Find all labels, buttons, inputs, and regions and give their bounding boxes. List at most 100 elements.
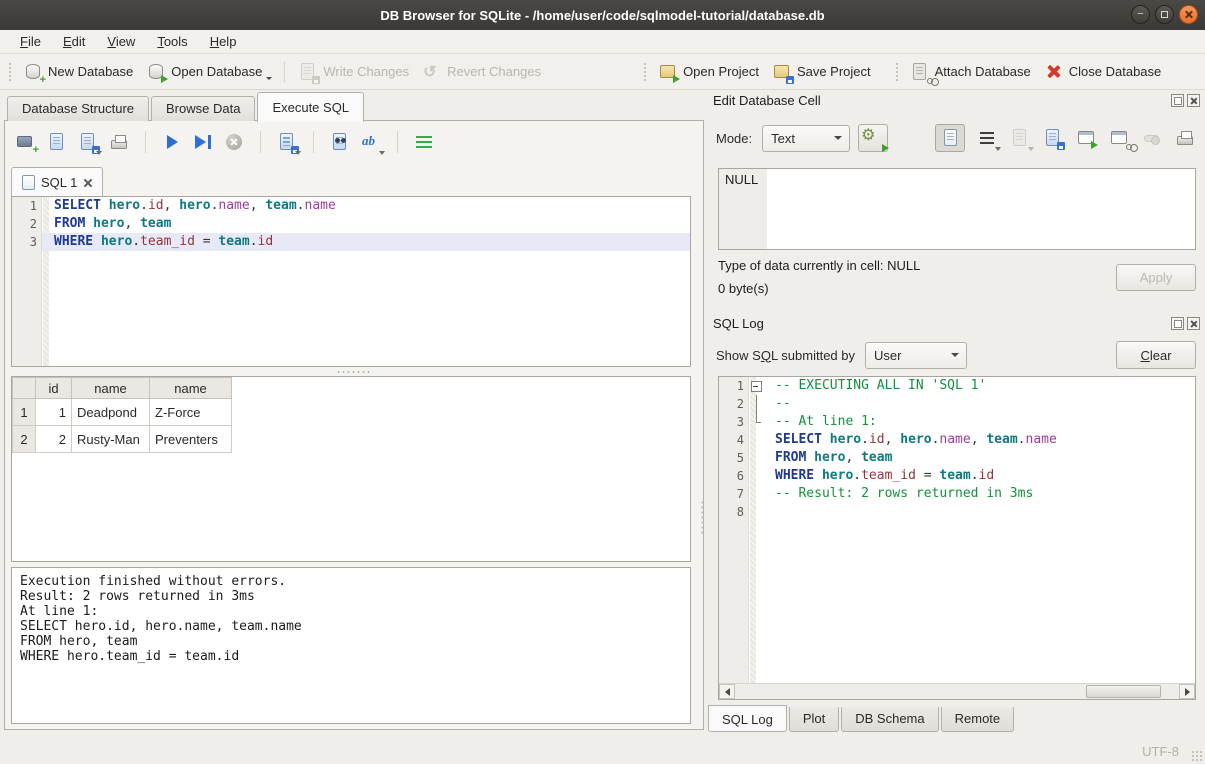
menu-item-file[interactable]: File: [10, 32, 51, 51]
save-results-icon[interactable]: [276, 131, 298, 153]
close-button[interactable]: [1179, 5, 1198, 24]
results-corner-header[interactable]: [13, 378, 36, 399]
sql-1-tab[interactable]: SQL 1: [11, 167, 103, 196]
mode-combobox[interactable]: Text: [762, 125, 850, 152]
sql-editor[interactable]: 1SELECT hero.id, hero.name, team.name2FR…: [11, 196, 691, 367]
scroll-left-icon[interactable]: [719, 684, 735, 699]
float-panel-icon[interactable]: [1171, 94, 1184, 107]
log-line: 1-- EXECUTING ALL IN 'SQL 1': [719, 377, 1195, 395]
tab-browse-data[interactable]: Browse Data: [151, 96, 255, 121]
results-column-header[interactable]: name: [150, 378, 232, 399]
execution-message-box[interactable]: Execution finished without errors. Resul…: [11, 567, 691, 724]
results-cell[interactable]: 1: [36, 399, 72, 426]
auto-complete-icon[interactable]: ab: [360, 131, 382, 153]
results-column-header[interactable]: id: [36, 378, 72, 399]
scrollbar-thumb[interactable]: [1086, 685, 1161, 698]
copy-link-icon[interactable]: [1108, 127, 1130, 149]
export-data-icon[interactable]: [1042, 127, 1064, 149]
attach-database-button[interactable]: Attach Database: [903, 57, 1037, 87]
stop-execution-icon[interactable]: [223, 131, 245, 153]
log-line: 6WHERE hero.team_id = team.id: [719, 467, 1195, 485]
save-sql-file-icon[interactable]: [77, 131, 99, 153]
print-sql-icon[interactable]: [108, 131, 130, 153]
code-line-text: -- Result: 2 rows returned in 3ms: [763, 485, 1195, 503]
tab-remote[interactable]: Remote: [941, 707, 1015, 732]
resize-grip[interactable]: [1191, 750, 1203, 762]
open-external-icon[interactable]: [1075, 127, 1097, 149]
title-bar[interactable]: DB Browser for SQLite - /home/user/code/…: [0, 0, 1205, 30]
new-database-button[interactable]: + New Database: [16, 57, 139, 87]
tab-database-structure[interactable]: Database Structure: [7, 96, 149, 121]
format-sql-icon[interactable]: [413, 131, 435, 153]
revert-changes-button[interactable]: ↺ Revert Changes: [415, 57, 547, 87]
clear-button[interactable]: Clear: [1116, 341, 1196, 369]
find-icon[interactable]: [329, 131, 351, 153]
results-row[interactable]: 22Rusty-ManPreventers: [13, 426, 232, 453]
import-data-icon[interactable]: [1009, 127, 1031, 149]
text-document-icon: [939, 127, 961, 149]
tab-execute-sql[interactable]: Execute SQL: [257, 92, 364, 122]
new-sql-tab-icon[interactable]: +: [15, 131, 37, 153]
close-sql-tab-icon[interactable]: [83, 178, 92, 187]
save-project-button[interactable]: Save Project: [765, 57, 877, 87]
vertical-pane-splitter[interactable]: [700, 500, 705, 534]
cell-value-editor[interactable]: NULL: [718, 168, 1196, 250]
scroll-right-icon[interactable]: [1179, 684, 1195, 699]
print-cell-icon[interactable]: [1174, 127, 1196, 149]
menu-item-help[interactable]: Help: [200, 32, 247, 51]
results-cell[interactable]: Rusty-Man: [72, 426, 150, 453]
toolbar-drag-handle[interactable]: [643, 62, 647, 82]
log-horizontal-scrollbar[interactable]: [719, 683, 1195, 699]
open-database-button[interactable]: Open Database: [139, 57, 278, 87]
word-wrap-icon[interactable]: [976, 127, 998, 149]
open-sql-file-icon[interactable]: [46, 131, 68, 153]
code-line-text: SELECT hero.id, hero.name, team.name: [42, 197, 690, 215]
close-database-button[interactable]: Close Database: [1037, 57, 1168, 87]
menu-item-tools[interactable]: Tools: [147, 32, 197, 51]
submitter-combobox[interactable]: User: [865, 342, 967, 369]
tab-sql-log[interactable]: SQL Log: [708, 705, 787, 732]
apply-button[interactable]: Apply: [1116, 264, 1196, 291]
results-row[interactable]: 11DeadpondZ-Force: [13, 399, 232, 426]
code-line-text: FROM hero, team: [42, 215, 690, 233]
results-cell[interactable]: 2: [36, 426, 72, 453]
results-cell[interactable]: Deadpond: [72, 399, 150, 426]
open-database-dropdown-icon[interactable]: [266, 77, 272, 80]
execute-sql-icon[interactable]: [161, 131, 183, 153]
row-number-cell[interactable]: 2: [13, 426, 36, 453]
write-changes-button[interactable]: Write Changes: [291, 57, 415, 87]
editor-code-area[interactable]: 1SELECT hero.id, hero.name, team.name2FR…: [12, 197, 690, 251]
minimize-button[interactable]: −: [1131, 5, 1150, 24]
toolbar-drag-handle[interactable]: [8, 62, 12, 82]
fold-marker-icon[interactable]: [749, 377, 763, 395]
line-number: 3: [12, 233, 42, 251]
results-cell[interactable]: Preventers: [150, 426, 232, 453]
results-table[interactable]: idnamename11DeadpondZ-Force22Rusty-ManPr…: [12, 377, 232, 453]
sql-log-view[interactable]: 1-- EXECUTING ALL IN 'SQL 1'2--3-- At li…: [718, 376, 1196, 700]
cell-mode-row: Mode: Text ⚙: [716, 123, 1196, 153]
results-column-header[interactable]: name: [72, 378, 150, 399]
editor-results-splitter[interactable]: [5, 369, 703, 375]
menu-item-edit[interactable]: Edit: [53, 32, 95, 51]
tab-db-schema[interactable]: DB Schema: [841, 707, 938, 732]
open-project-button[interactable]: Open Project: [651, 57, 765, 87]
fold-margin: [749, 431, 763, 449]
menu-item-view[interactable]: View: [97, 32, 145, 51]
execute-current-line-icon[interactable]: [192, 131, 214, 153]
sql-log-dock-buttons: [1171, 317, 1200, 330]
maximize-button[interactable]: [1155, 5, 1174, 24]
set-null-icon[interactable]: [1141, 127, 1163, 149]
results-cell[interactable]: Z-Force: [150, 399, 232, 426]
cell-editor-toolbar: [935, 124, 1196, 152]
tab-plot[interactable]: Plot: [789, 707, 839, 732]
results-area[interactable]: idnamename11DeadpondZ-Force22Rusty-ManPr…: [11, 376, 691, 562]
float-panel-icon[interactable]: [1171, 317, 1184, 330]
toolbar-drag-handle[interactable]: [895, 62, 899, 82]
close-panel-icon[interactable]: [1187, 94, 1200, 107]
log-line: 2--: [719, 395, 1195, 413]
row-number-cell[interactable]: 1: [13, 399, 36, 426]
text-mode-button[interactable]: [935, 124, 965, 152]
sql-tab-label: SQL 1: [41, 175, 77, 190]
auto-apply-button[interactable]: ⚙: [858, 124, 888, 152]
close-panel-icon[interactable]: [1187, 317, 1200, 330]
